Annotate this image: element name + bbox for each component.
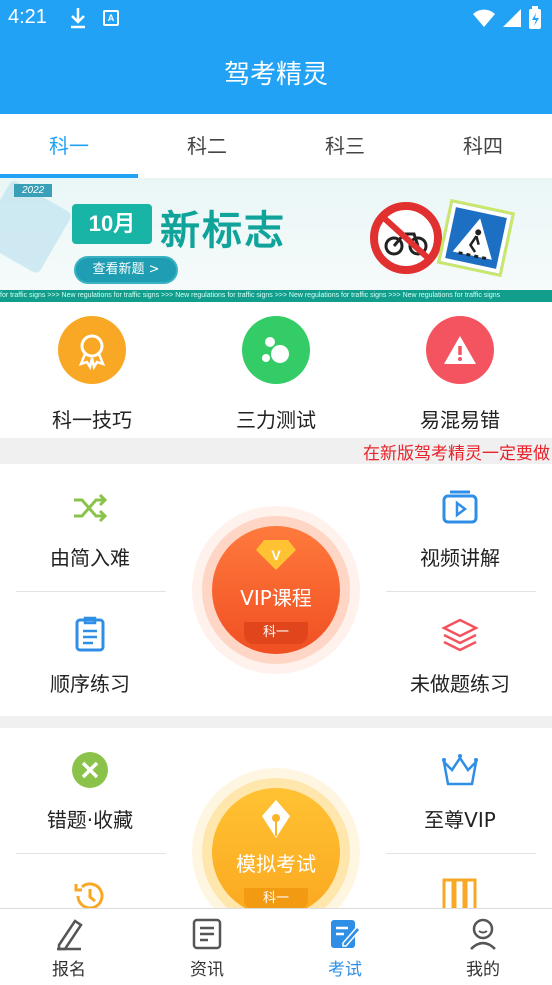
wrong-favorites-button[interactable]: 错题·收藏 xyxy=(0,750,180,833)
signal-icon xyxy=(503,9,521,27)
wrong-favorites-label: 错题·收藏 xyxy=(46,808,134,832)
bottom-nav: 报名 资讯 考试 我的 xyxy=(0,908,552,985)
divider xyxy=(386,853,536,854)
mock-exam-subject: 科一 xyxy=(244,888,308,908)
video-explain-button[interactable]: 视频讲解 xyxy=(370,488,550,571)
books-icon xyxy=(442,878,477,908)
banner-headline: 新标志 xyxy=(160,208,286,254)
battery-icon xyxy=(529,6,541,29)
notice-text: 在新版驾考精灵一定要做 xyxy=(363,444,550,464)
tips-item[interactable]: 科一技巧 xyxy=(0,302,184,438)
vip-course-title: VIP课程 xyxy=(240,586,312,610)
divider xyxy=(16,853,166,854)
clipboard-icon xyxy=(75,616,105,652)
video-explain-label: 视频讲解 xyxy=(420,546,500,570)
subject-tabs: 科一 科二 科三 科四 xyxy=(0,114,552,178)
download-icon xyxy=(68,6,88,34)
undone-practice-button[interactable]: 未做题练习 xyxy=(370,614,550,697)
tips-label: 科一技巧 xyxy=(52,408,132,432)
nav-news[interactable]: 资讯 xyxy=(138,909,276,985)
shuffle-icon xyxy=(74,493,108,523)
pen-nib-icon xyxy=(262,800,290,838)
history-icon xyxy=(74,882,104,908)
tab-subject-4[interactable]: 科四 xyxy=(414,114,552,178)
banner-year: 2022 xyxy=(14,184,53,197)
wifi-icon xyxy=(473,9,495,27)
wrong-icon xyxy=(72,752,108,788)
easy-to-hard-label: 由简入难 xyxy=(50,546,130,570)
page-title: 驾考精灵 xyxy=(223,60,328,90)
nav-mine[interactable]: 我的 xyxy=(414,909,552,985)
nav-signup[interactable]: 报名 xyxy=(0,909,138,985)
notice-bar: 在新版驾考精灵一定要做 xyxy=(0,438,552,464)
supreme-vip-button[interactable]: 至尊VIP xyxy=(370,750,550,833)
status-time: 4:21 xyxy=(8,6,47,28)
medal-icon xyxy=(58,316,126,384)
tab-subject-1[interactable]: 科一 xyxy=(0,114,138,178)
accessibility-icon: A xyxy=(103,10,119,26)
tab-subject-2[interactable]: 科二 xyxy=(138,114,276,178)
tab-subject-3[interactable]: 科三 xyxy=(276,114,414,178)
diamond-icon: V xyxy=(256,540,296,570)
sequential-practice-button[interactable]: 顺序练习 xyxy=(0,614,180,697)
nav-mine-label: 我的 xyxy=(466,960,500,980)
three-ability-test-label: 三力测试 xyxy=(236,408,316,432)
three-ability-test-item[interactable]: 三力测试 xyxy=(184,302,368,438)
nav-exam-label: 考试 xyxy=(328,960,362,980)
section-separator xyxy=(0,716,552,728)
divider xyxy=(386,591,536,592)
layers-icon xyxy=(441,618,479,652)
banner-month: 10月 xyxy=(72,204,152,244)
quick-features: 科一技巧 三力测试 易混易错 xyxy=(0,302,552,438)
crown-icon xyxy=(442,754,478,786)
sequential-practice-label: 顺序练习 xyxy=(50,672,130,696)
no-motorbike-sign-icon xyxy=(370,202,442,274)
status-bar: 4:21 A xyxy=(0,0,552,38)
practice-grid: 由简入难 视频讲解 顺序练习 未做题练习 V VIP课程 科一 xyxy=(0,464,552,716)
easy-to-hard-button[interactable]: 由简入难 xyxy=(0,488,180,571)
divider xyxy=(16,591,166,592)
mock-exam-title: 模拟考试 xyxy=(236,852,316,876)
confusing-mistakes-item[interactable]: 易混易错 xyxy=(368,302,552,438)
confusing-mistakes-label: 易混易错 xyxy=(420,408,500,432)
vip-course-subject: 科一 xyxy=(244,622,308,644)
banner-ticker: for traffic signs >>> New regulations fo… xyxy=(0,290,552,302)
exam-icon xyxy=(331,920,361,948)
warning-icon xyxy=(426,316,494,384)
supreme-vip-label: 至尊VIP xyxy=(424,808,496,832)
svg-text:V: V xyxy=(271,547,281,563)
mock-exam-button[interactable]: 模拟考试 科一 xyxy=(212,788,340,908)
app-header: 4:21 A 驾考精灵 xyxy=(0,0,552,114)
promo-banner[interactable]: 2022 10月 新标志 查看新题 > for traffic signs >>… xyxy=(0,178,552,302)
nav-news-label: 资讯 xyxy=(190,960,224,980)
profile-icon xyxy=(470,918,496,950)
pen-icon xyxy=(57,919,83,951)
bubbles-icon xyxy=(242,316,310,384)
vip-course-button[interactable]: V VIP课程 科一 xyxy=(212,526,340,654)
undone-practice-label: 未做题练习 xyxy=(410,672,510,696)
practice-grid-2: 错题·收藏 至尊VIP 模拟考试 科一 xyxy=(0,728,552,908)
crosswalk-sign-icon xyxy=(440,202,512,274)
video-icon xyxy=(442,490,478,524)
view-new-questions-button[interactable]: 查看新题 > xyxy=(74,256,178,284)
nav-signup-label: 报名 xyxy=(52,960,86,980)
nav-exam[interactable]: 考试 xyxy=(276,909,414,985)
news-icon xyxy=(192,918,222,950)
